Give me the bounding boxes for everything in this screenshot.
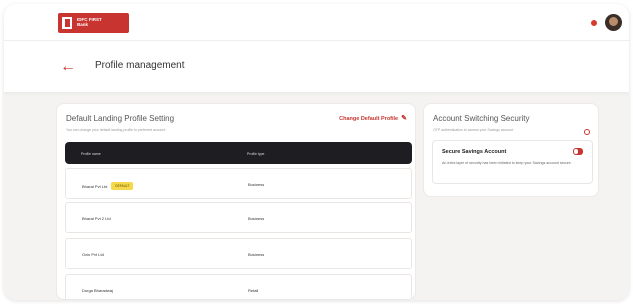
info-icon[interactable]: [584, 129, 590, 135]
page-title: Profile management: [95, 60, 185, 71]
default-badge: DEFAULT: [111, 182, 134, 190]
profile-type: Business: [248, 182, 265, 187]
bank-logo-icon: [62, 17, 72, 29]
secure-savings-option: Secure Savings Account An extra layer of…: [432, 140, 593, 184]
default-profile-card: Default Landing Profile Setting You can …: [56, 103, 416, 300]
option-title: Secure Savings Account: [442, 149, 507, 155]
card-subtitle: OTP authentication to access your Saving…: [433, 128, 514, 132]
notification-icon[interactable]: [591, 20, 597, 26]
table-row[interactable]: Bharat Pvt Ltd DEFAULT Business: [65, 168, 412, 199]
column-header-profile-name: Profile name: [81, 152, 101, 156]
table-row[interactable]: Durga Bharadwaj Retail: [65, 274, 412, 299]
card-title: Default Landing Profile Setting: [66, 114, 175, 123]
profile-name: Bharat Pvt Ltd: [82, 183, 108, 189]
profile-type: Retail: [248, 288, 259, 293]
profile-type: Business: [248, 216, 265, 221]
brand-logo[interactable]: IDFC FIRST Bank: [58, 13, 129, 33]
option-description: An extra layer of security has been init…: [442, 161, 572, 165]
secure-savings-toggle[interactable]: [573, 148, 583, 155]
back-arrow-icon[interactable]: ←: [60, 57, 80, 77]
profile-type: Business: [248, 252, 265, 257]
card-subtitle: You can change your default landing prof…: [66, 128, 166, 132]
change-default-profile-label: Change Default Profile: [339, 115, 399, 122]
profile-name: Bharat Pvt 2 Ltd: [82, 216, 111, 221]
avatar[interactable]: [605, 14, 622, 31]
table-row[interactable]: Oxin Pvt Ltd Business: [65, 238, 412, 269]
pencil-icon: ✎: [401, 115, 407, 122]
profile-name: Durga Bharadwaj: [82, 288, 113, 293]
card-title: Account Switching Security: [433, 114, 530, 123]
account-switching-security-card: Account Switching Security OTP authentic…: [423, 103, 599, 197]
change-default-profile-link[interactable]: Change Default Profile ✎: [339, 115, 407, 122]
table-header: Profile name Profile type: [65, 142, 412, 164]
logo-line2: Bank: [77, 22, 89, 27]
profile-name: Oxin Pvt Ltd: [82, 252, 104, 257]
table-row[interactable]: Bharat Pvt 2 Ltd Business: [65, 202, 412, 233]
app-window: IDFC FIRST Bank ← Profile management Def…: [4, 4, 629, 300]
top-bar: IDFC FIRST Bank: [4, 4, 629, 40]
page-header: ← Profile management: [4, 40, 629, 92]
column-header-profile-type: Profile type: [247, 152, 265, 156]
